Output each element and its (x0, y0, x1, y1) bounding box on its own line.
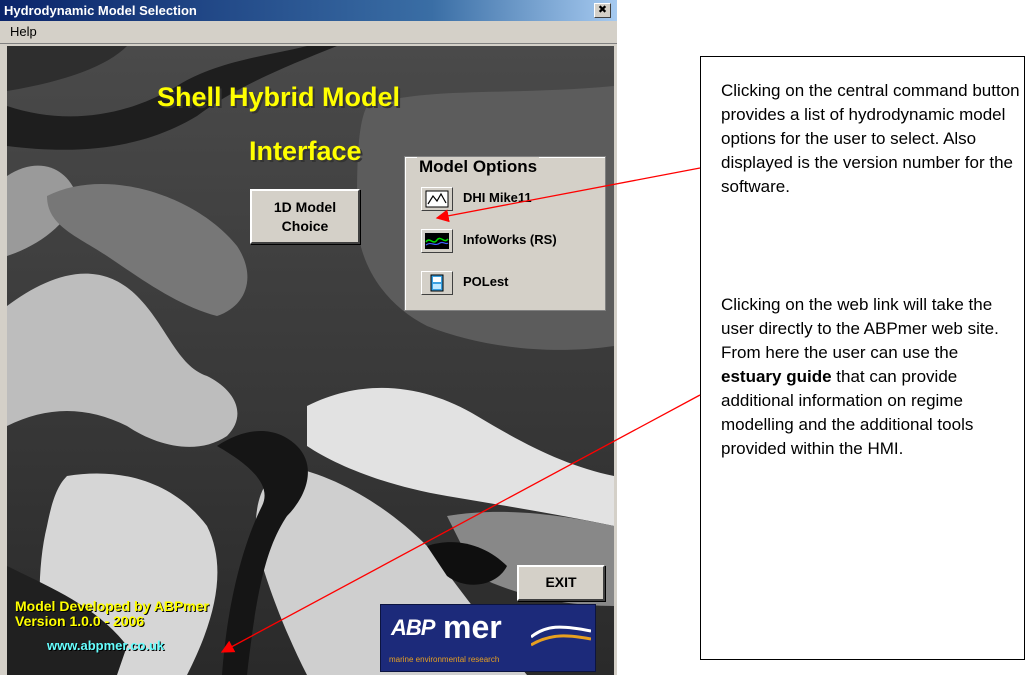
menu-bar: Help (0, 21, 617, 44)
app-window: Hydrodynamic Model Selection ✖ Help Shel… (0, 0, 617, 675)
abpmer-logo: ABP mer marine environmental research (380, 604, 596, 672)
option-infoworks-rs[interactable]: InfoWorks (RS) (421, 229, 601, 255)
exit-button[interactable]: EXIT (517, 565, 605, 601)
callout-paragraph-2: Clicking on the web link will take the u… (721, 293, 1021, 461)
annotation-callout: Clicking on the central command button p… (700, 56, 1025, 660)
option-polest[interactable]: POLest (421, 271, 601, 297)
model-choice-label-line1: 1D Model (273, 199, 337, 215)
callout-estuary-guide: estuary guide (721, 367, 832, 386)
polest-icon[interactable] (421, 271, 453, 295)
aerial-photo-panel: Shell Hybrid Model Interface 1D Model Ch… (7, 46, 614, 675)
model-choice-button[interactable]: 1D Model Choice (250, 189, 360, 244)
option-label: InfoWorks (RS) (463, 232, 557, 247)
model-choice-label-line2: Choice (281, 218, 329, 234)
menu-item-help[interactable]: Help (10, 24, 37, 39)
wave-icon (531, 625, 591, 647)
logo-tagline: marine environmental research (389, 655, 500, 664)
window-title: Hydrodynamic Model Selection (4, 3, 197, 18)
app-title-line1: Shell Hybrid Model (157, 82, 401, 112)
web-link[interactable]: www.abpmer.co.uk (47, 638, 164, 653)
model-options-title: Model Options (417, 157, 540, 177)
option-dhi-mike11[interactable]: DHI Mike11 (421, 187, 601, 213)
callout-paragraph-2-start: Clicking on the web link will take the u… (721, 295, 999, 362)
title-bar[interactable]: Hydrodynamic Model Selection ✖ (0, 0, 617, 21)
credit-line1: Model Developed by ABPmer (15, 598, 209, 614)
option-label: DHI Mike11 (463, 190, 532, 205)
app-title-line2: Interface (249, 136, 362, 166)
callout-paragraph-1: Clicking on the central command button p… (721, 81, 1020, 196)
close-button[interactable]: ✖ (594, 3, 611, 18)
credit-line2: Version 1.0.0 - 2006 (15, 613, 145, 629)
logo-mer: mer (443, 609, 502, 645)
option-label: POLest (463, 274, 509, 289)
model-options-group: Model Options DHI Mike11 InfoWorks (RS) … (404, 156, 606, 311)
logo-abp: ABP (391, 615, 435, 640)
credit-text: Model Developed by ABPmer Version 1.0.0 … (15, 599, 209, 629)
mike11-icon[interactable] (421, 187, 453, 211)
infoworks-icon[interactable] (421, 229, 453, 253)
